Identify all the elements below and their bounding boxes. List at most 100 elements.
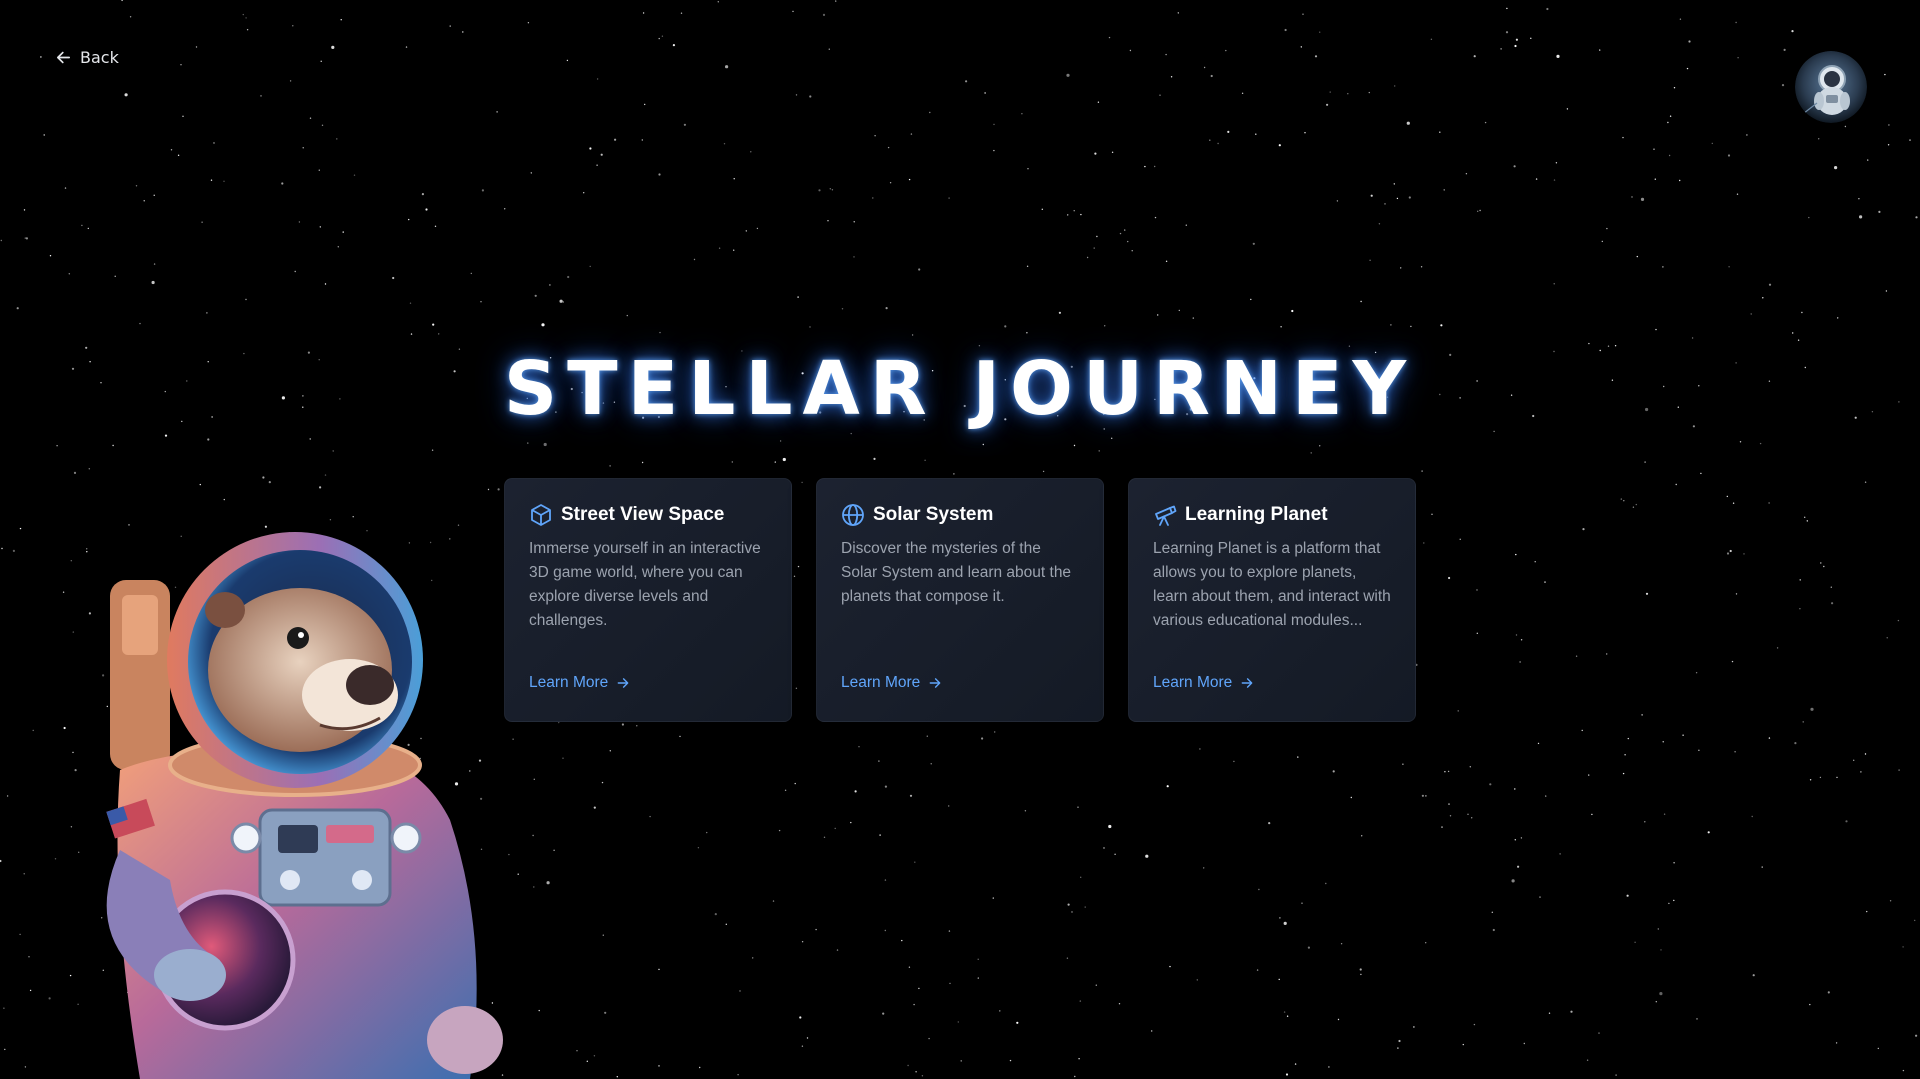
star [201,221,203,223]
star [1166,785,1169,788]
star [809,326,811,328]
star [641,461,644,464]
star [1286,1015,1289,1017]
star [593,806,596,809]
star [1393,183,1396,185]
star [1898,769,1900,771]
user-avatar[interactable] [1795,51,1867,123]
star [1888,124,1890,126]
star [1641,714,1643,716]
star [1675,483,1677,486]
star [641,139,643,141]
star [1431,513,1433,515]
star [601,781,604,784]
star [658,968,660,971]
star [714,913,717,916]
star [929,111,931,114]
learn-more-link[interactable]: Learn More [841,674,942,692]
star [1836,776,1838,779]
star [504,208,506,210]
star [725,65,729,69]
star [782,457,786,462]
star [1170,76,1173,78]
star [1669,115,1672,117]
star [977,958,979,960]
learn-more-link[interactable]: Learn More [1153,674,1254,692]
star [823,836,826,838]
star [733,249,735,251]
star [1732,502,1735,504]
star [1607,345,1610,347]
star [850,821,852,824]
star [1111,151,1114,153]
star [1443,189,1445,191]
star [1441,826,1443,828]
star [1553,283,1555,285]
star [1233,760,1235,763]
back-button[interactable]: Back [55,48,119,67]
star [532,834,534,837]
star [609,750,611,752]
star [1614,345,1617,347]
star [1831,602,1834,605]
star [321,124,324,127]
star [795,94,798,96]
star [926,735,928,737]
star [1752,974,1755,977]
star [135,185,138,187]
card-description: Learning Planet is a platform that allow… [1153,540,1391,629]
star [1304,132,1306,134]
star [948,930,951,932]
star [1866,910,1868,913]
star [1682,734,1684,736]
star [604,1011,607,1014]
star [458,348,461,350]
star [953,473,955,475]
star [462,31,464,33]
star [723,143,726,145]
star [164,434,168,437]
card-description: Immerse yourself in an interactive 3D ga… [529,540,761,629]
learn-more-link[interactable]: Learn More [529,674,630,692]
star [1668,154,1671,157]
star [889,182,892,184]
star [562,757,564,759]
star [170,149,173,151]
star [809,95,812,98]
star [1834,166,1838,170]
star [1340,943,1343,945]
star [914,861,916,863]
star [853,256,855,258]
star [831,189,834,191]
star [1447,770,1450,773]
star [1517,865,1520,868]
star [658,1065,660,1067]
star [1810,707,1814,711]
star [910,133,913,135]
back-label: Back [80,48,119,67]
star [405,46,408,48]
star [872,197,874,199]
star [1615,1074,1617,1076]
star [1423,542,1425,544]
star [432,323,435,326]
star [609,465,611,467]
star [533,886,535,888]
star [589,265,591,268]
star [1016,1021,1019,1024]
star [425,208,428,211]
star [177,154,180,156]
star [679,735,681,738]
star [1513,165,1516,168]
star [1662,741,1664,743]
star [43,134,45,136]
star [626,314,628,317]
star [1515,553,1517,556]
star [1632,506,1635,508]
star [481,189,484,192]
star [1735,21,1737,24]
star [918,268,921,271]
star [1860,771,1862,773]
star [984,92,986,94]
star [1157,314,1159,316]
